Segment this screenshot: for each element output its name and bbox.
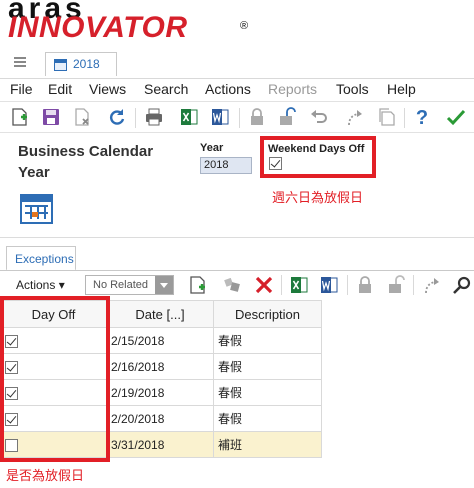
weekend-highlight-box: [260, 136, 376, 178]
column-header-date[interactable]: Date [...]: [106, 300, 214, 328]
help-icon[interactable]: ?: [412, 107, 432, 127]
save-icon[interactable]: [41, 107, 61, 127]
relationship-toolbar: Actions ▾ No Related: [0, 271, 474, 299]
related-select[interactable]: No Related: [85, 275, 174, 295]
chevron-down-icon: [155, 276, 173, 294]
description-cell[interactable]: 春假: [213, 353, 322, 380]
hamburger-menu-icon[interactable]: [14, 57, 26, 67]
tab-exceptions-label: Exceptions: [15, 252, 74, 266]
column-header-description[interactable]: Description: [213, 300, 322, 328]
actions-menu[interactable]: Actions ▾: [16, 278, 65, 292]
undo-icon[interactable]: [309, 107, 329, 127]
export-excel-icon[interactable]: [179, 107, 199, 127]
menu-views[interactable]: Views: [89, 81, 126, 97]
search-icon[interactable]: [452, 275, 472, 295]
registered-mark: ®: [240, 20, 249, 32]
menu-reports[interactable]: Reports: [268, 81, 317, 97]
export-word-icon[interactable]: [210, 107, 230, 127]
promote-icon[interactable]: [345, 107, 365, 127]
tab-label: 2018: [73, 57, 100, 71]
copy-icon[interactable]: [377, 107, 397, 127]
menu-bar: File Edit Views Search Actions Reports T…: [0, 78, 474, 100]
unlock-icon[interactable]: [386, 275, 406, 295]
weekend-annotation: 週六日為放假日: [272, 190, 364, 205]
delete-icon[interactable]: [254, 275, 274, 295]
unlock-icon[interactable]: [277, 107, 297, 127]
lock-icon[interactable]: [355, 275, 375, 295]
pick-related-icon[interactable]: [222, 275, 242, 295]
svg-text:?: ?: [416, 107, 428, 127]
day-off-highlight-box: [0, 296, 110, 462]
new-relationship-icon[interactable]: [188, 275, 208, 295]
description-cell[interactable]: 春假: [213, 379, 322, 406]
done-icon[interactable]: [446, 107, 466, 127]
tab-item-2018[interactable]: 2018: [45, 52, 117, 76]
description-cell[interactable]: 補班: [213, 431, 322, 458]
refresh-icon[interactable]: [107, 107, 127, 127]
menu-actions[interactable]: Actions: [205, 81, 251, 97]
export-word-icon[interactable]: [319, 275, 339, 295]
date-cell[interactable]: 2/19/2018: [106, 379, 214, 406]
section-divider: [0, 237, 474, 238]
year-field[interactable]: 2018: [200, 157, 252, 174]
date-cell[interactable]: 3/31/2018: [106, 431, 214, 458]
date-cell[interactable]: 2/16/2018: [106, 353, 214, 380]
description-cell[interactable]: 春假: [213, 327, 322, 354]
print-icon[interactable]: [144, 107, 164, 127]
date-cell[interactable]: 2/20/2018: [106, 405, 214, 432]
tab-exceptions[interactable]: Exceptions: [6, 246, 76, 271]
menu-file[interactable]: File: [10, 81, 33, 97]
promote-icon[interactable]: [422, 275, 442, 295]
description-cell[interactable]: 春假: [213, 405, 322, 432]
new-icon[interactable]: [10, 107, 30, 127]
year-label: Year: [200, 142, 224, 154]
day-off-annotation: 是否為放假日: [6, 468, 85, 483]
discard-icon[interactable]: [72, 107, 92, 127]
main-toolbar: ?: [0, 101, 474, 133]
logo-innovator-text: INNOVATOR: [8, 11, 188, 44]
related-select-value: No Related: [93, 279, 149, 291]
date-cell[interactable]: 2/15/2018: [106, 327, 214, 354]
export-excel-icon[interactable]: [289, 275, 309, 295]
calendar-icon: [20, 194, 53, 224]
menu-help[interactable]: Help: [387, 81, 416, 97]
menu-search[interactable]: Search: [144, 81, 188, 97]
item-type-title: Business Calendar Year: [18, 143, 154, 181]
lock-icon[interactable]: [247, 107, 267, 127]
calendar-icon: [54, 59, 67, 71]
menu-edit[interactable]: Edit: [48, 81, 72, 97]
menu-tools[interactable]: Tools: [336, 81, 369, 97]
